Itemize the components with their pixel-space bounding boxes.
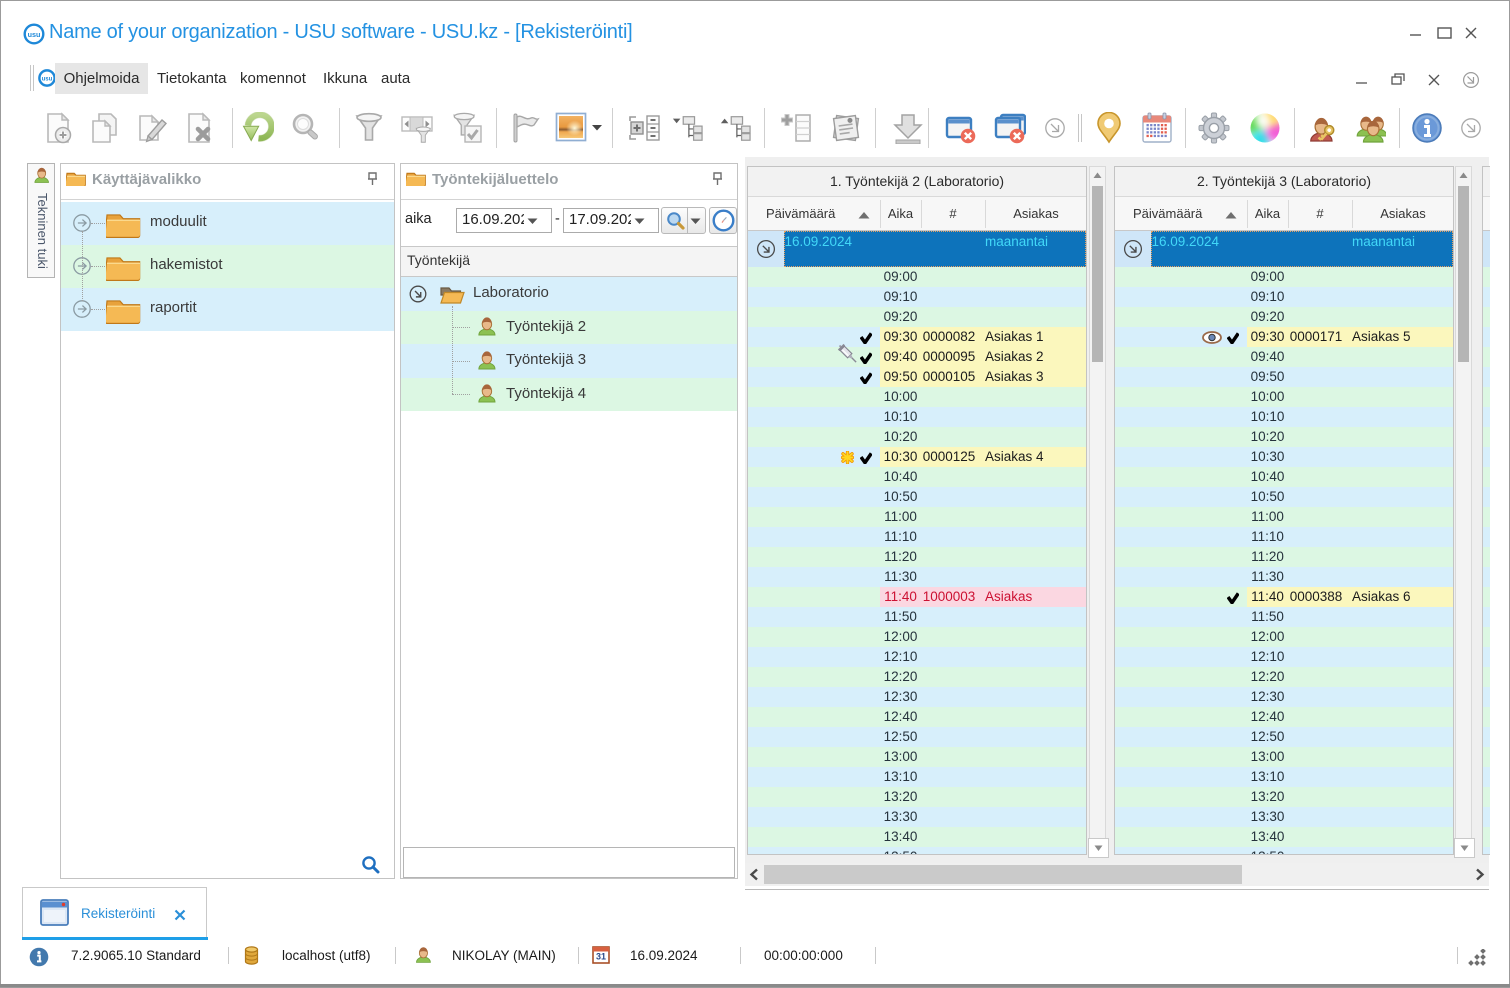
svg-text:usu: usu	[42, 76, 53, 82]
svg-text:31: 31	[596, 952, 606, 962]
svg-text:usu: usu	[28, 30, 41, 39]
